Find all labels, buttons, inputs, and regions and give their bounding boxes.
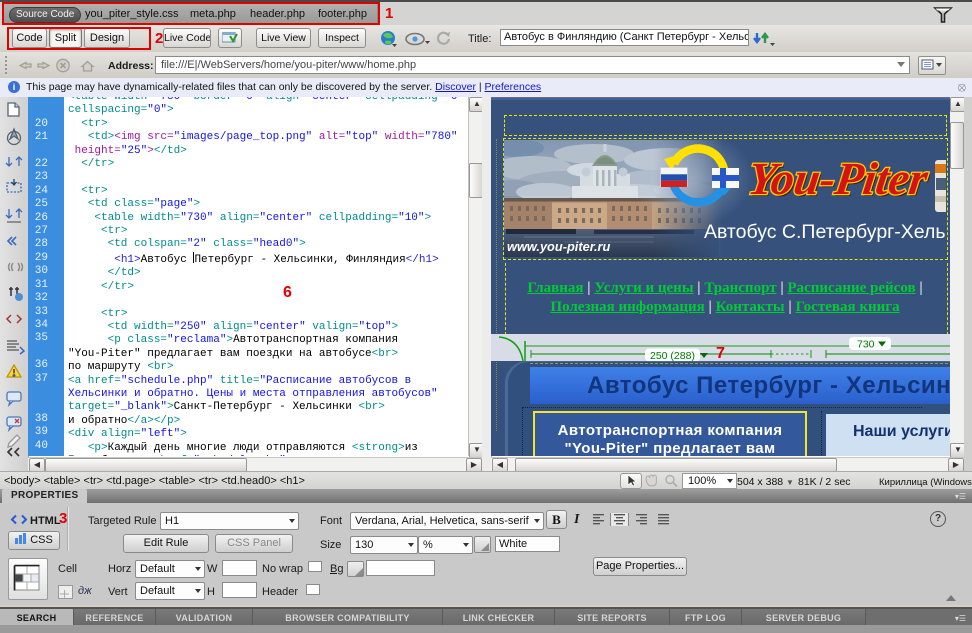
- svg-text:You-Piter: You-Piter: [745, 153, 932, 204]
- svg-text:www.you-piter.ru: www.you-piter.ru: [507, 239, 611, 254]
- svg-text:250 (288): 250 (288): [650, 350, 695, 361]
- svg-text:Автобус С.Петербург-Хельсинки: Автобус С.Петербург-Хельсинки: [704, 221, 946, 243]
- svg-text:730: 730: [857, 339, 875, 351]
